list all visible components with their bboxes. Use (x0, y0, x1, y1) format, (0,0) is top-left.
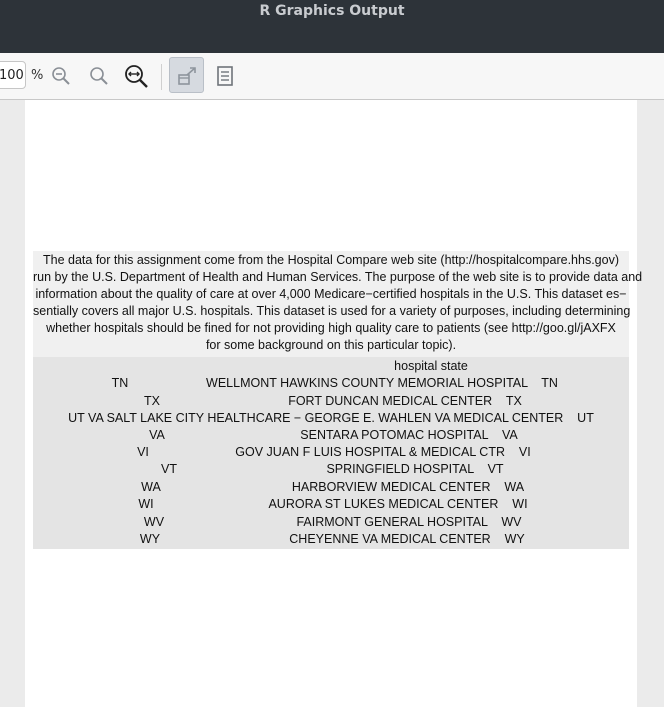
row-text: CHEYENNE VA MEDICAL CENTER WY (289, 532, 525, 546)
intro-line: whether hospitals should be fined for no… (46, 321, 616, 335)
viewer-toolbar: 100 % (0, 53, 664, 100)
document-icon[interactable] (214, 65, 236, 87)
row-label: WV (143, 515, 165, 529)
intro-line: information about the quality of care at… (35, 287, 627, 301)
zoom-fit-icon[interactable] (123, 63, 149, 89)
row-text: GOV JUAN F LUIS HOSPITAL & MEDICAL CTR V… (235, 445, 531, 459)
intro-line: run by the U.S. Department of Health and… (33, 270, 643, 284)
window-title: R Graphics Output (259, 3, 405, 19)
hospital-table: hospital state TN WELLMONT HAWKINS COUNT… (33, 357, 629, 549)
intro-line: The data for this assignment come from t… (43, 253, 619, 267)
row-label: WI (138, 497, 154, 511)
row-label: WA (141, 480, 161, 494)
zoom-input[interactable]: 100 (0, 61, 26, 89)
row-label: WY (139, 532, 161, 546)
row-label: TX (144, 394, 160, 408)
intro-text-block: The data for this assignment come from t… (33, 251, 643, 357)
intro-line: for some background on this particular t… (205, 338, 457, 352)
row-label: TN (111, 376, 129, 390)
row-text: SENTARA POTOMAC HOSPITAL VA (300, 428, 518, 442)
row-label: VI (137, 445, 149, 459)
zoom-unit-label: % (31, 68, 44, 83)
row-text: FAIRMONT GENERAL HOSPITAL WV (296, 515, 522, 529)
toolbar-separator (161, 64, 162, 90)
row-text: WELLMONT HAWKINS COUNTY MEMORIAL HOSPITA… (206, 376, 558, 390)
row-text: HARBORVIEW MEDICAL CENTER WA (291, 480, 525, 494)
row-label: VT (161, 462, 177, 476)
zoom-in-icon[interactable] (88, 65, 110, 87)
row-text: SPRINGFIELD HOSPITAL VT (326, 462, 504, 476)
zoom-out-icon[interactable] (50, 65, 72, 87)
expand-icon (178, 67, 196, 85)
row-text: FORT DUNCAN MEDICAL CENTER TX (288, 394, 522, 408)
window-titlebar: R Graphics Output (0, 0, 664, 53)
row-label: VA (149, 428, 165, 442)
row-text: AURORA ST LUKES MEDICAL CENTER WI (268, 497, 528, 511)
intro-line: sentially covers all major U.S. hospital… (33, 304, 631, 318)
row-text: UT VA SALT LAKE CITY HEALTHCARE − GEORGE… (68, 411, 594, 425)
table-header: hospital state (394, 359, 468, 373)
expand-button[interactable] (169, 57, 204, 93)
